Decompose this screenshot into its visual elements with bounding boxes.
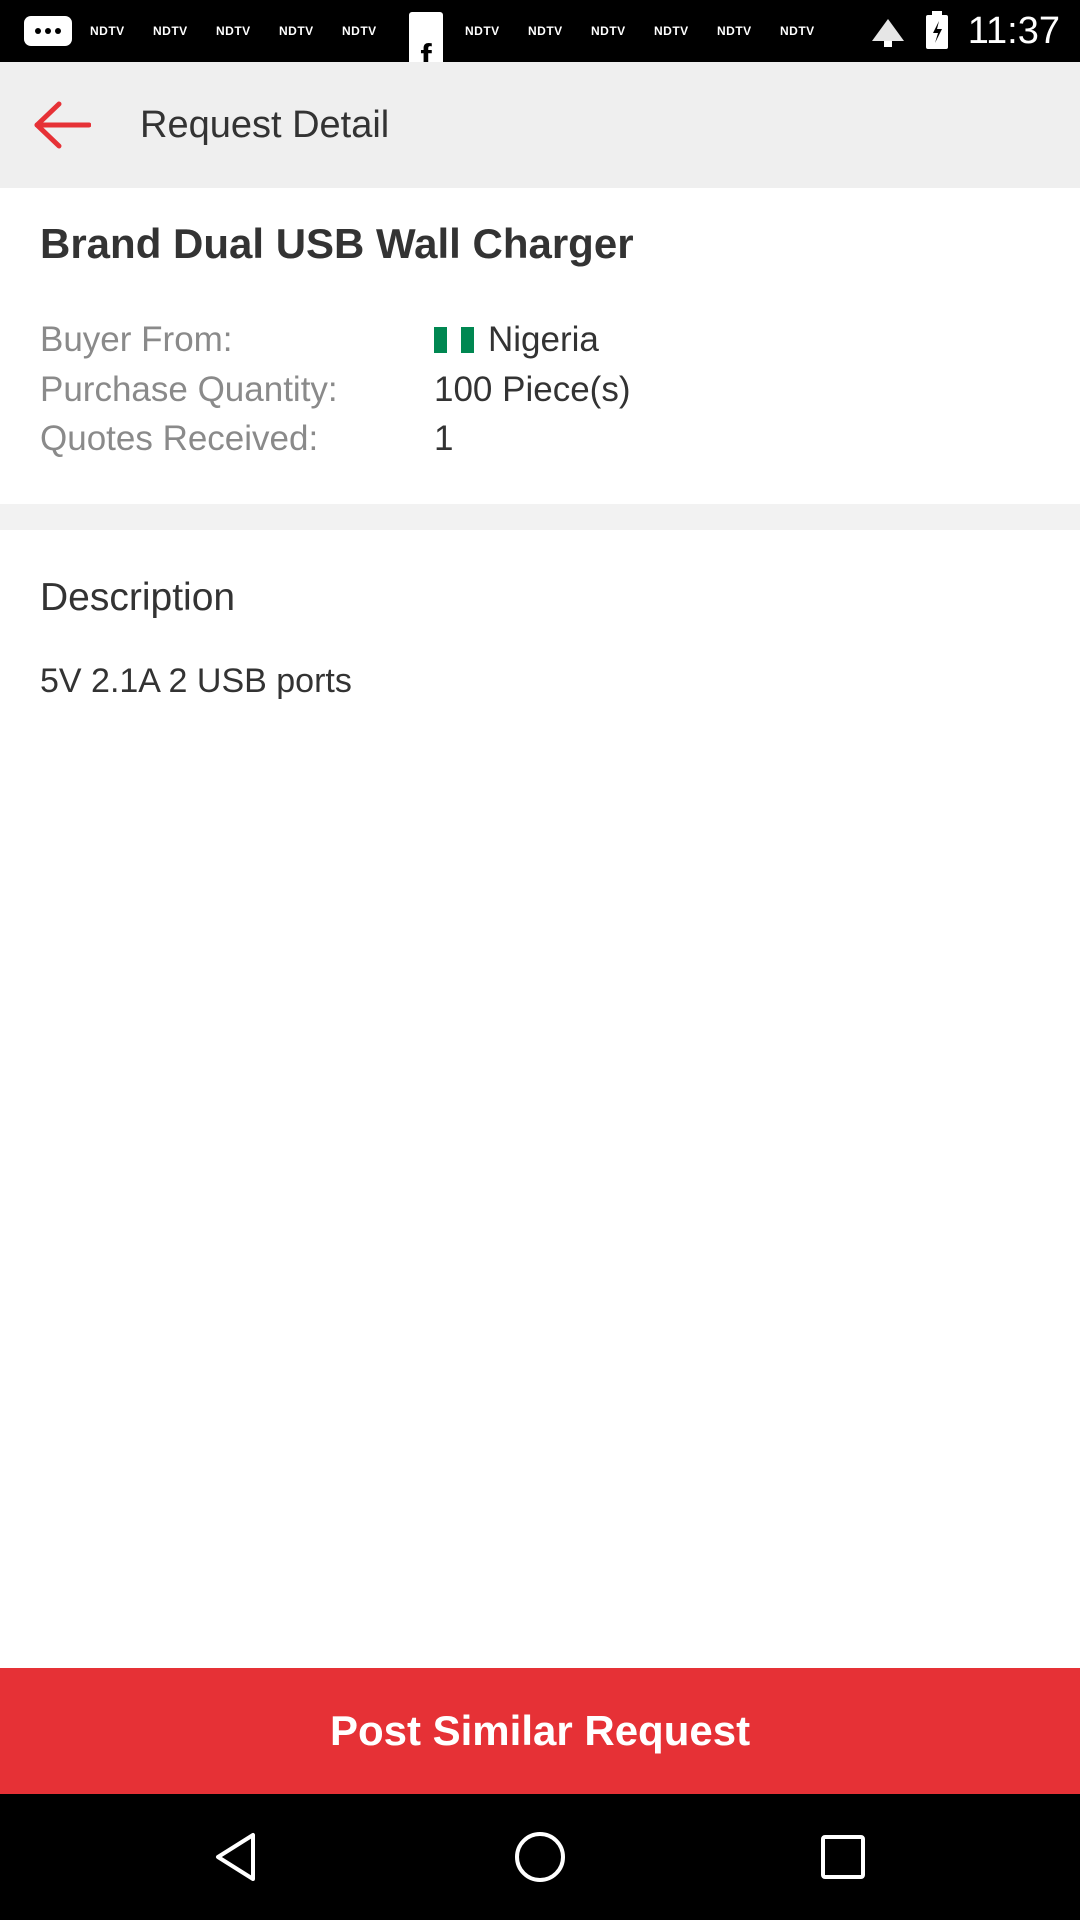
wifi-icon (871, 19, 904, 47)
buyer-from-row: Buyer From: Nigeria (40, 316, 599, 364)
buyer-country: Nigeria (488, 320, 599, 359)
purchase-quantity-row: Purchase Quantity: 100 Piece(s) (40, 366, 630, 414)
buyer-from-value: Nigeria (434, 320, 599, 360)
ndtv-notification-icon: NDTV (465, 24, 500, 38)
section-divider (0, 504, 1080, 530)
purchase-quantity-label: Purchase Quantity: (40, 370, 338, 409)
clock-time: 11:37 (967, 9, 1060, 52)
ndtv-notification-icon: NDTV (342, 24, 377, 38)
nigeria-flag-icon (434, 327, 474, 353)
ndtv-notification-icon: NDTV (654, 24, 689, 38)
nav-recents-button[interactable] (813, 1827, 873, 1887)
battery-icon (925, 11, 948, 49)
ndtv-notification-icon: NDTV (216, 24, 251, 38)
ndtv-notification-icon: NDTV (780, 24, 815, 38)
description-section: Description 5V 2.1A 2 USB ports (0, 530, 1080, 1668)
quotes-received-value: 1 (434, 419, 454, 458)
back-button[interactable] (22, 90, 102, 160)
system-navigation-bar (0, 1794, 1080, 1920)
ndtv-notification-icon: NDTV (153, 24, 188, 38)
post-similar-request-button[interactable]: Post Similar Request (0, 1668, 1080, 1794)
ndtv-notification-icon: NDTV (279, 24, 314, 38)
status-bar: NDTV NDTV NDTV NDTV NDTV f NDTV NDTV NDT… (0, 0, 1080, 74)
home-circle-icon (515, 1832, 565, 1882)
ndtv-notification-icon: NDTV (591, 24, 626, 38)
description-text: 5V 2.1A 2 USB ports (40, 662, 352, 700)
app-bar: Request Detail (0, 62, 1080, 188)
nav-back-button[interactable] (206, 1827, 266, 1887)
purchase-quantity-value: 100 Piece(s) (434, 370, 631, 409)
ndtv-notification-icon: NDTV (528, 24, 563, 38)
ndtv-notification-icon: NDTV (717, 24, 752, 38)
back-triangle-icon (216, 1833, 255, 1881)
arrow-back-icon (34, 101, 91, 149)
chat-bubble-icon (24, 16, 72, 46)
request-details-card: Brand Dual USB Wall Charger Buyer From: … (0, 188, 1080, 504)
quotes-received-label: Quotes Received: (40, 419, 319, 458)
nav-home-button[interactable] (510, 1827, 570, 1887)
description-heading: Description (40, 576, 236, 619)
page-title: Request Detail (140, 103, 390, 146)
buyer-from-label: Buyer From: (40, 320, 233, 359)
ndtv-notification-icon: NDTV (90, 24, 125, 38)
recents-square-icon (821, 1835, 865, 1879)
quotes-received-row: Quotes Received: 1 (40, 415, 453, 463)
product-title: Brand Dual USB Wall Charger (40, 220, 634, 267)
